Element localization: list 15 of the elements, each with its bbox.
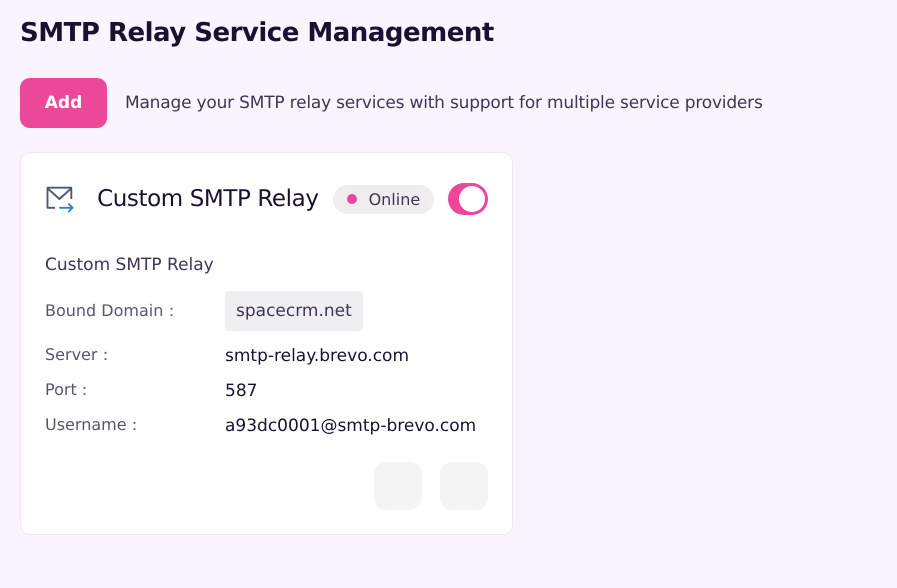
field-value: 587 (225, 380, 258, 400)
status-label: Online (368, 190, 420, 208)
add-button[interactable]: Add (20, 78, 107, 128)
field-value: smtp-relay.brevo.com (225, 346, 410, 366)
field-label: Server： (45, 345, 114, 366)
relay-name: Custom SMTP Relay (97, 186, 319, 212)
field-label: Port： (45, 380, 94, 401)
page-title: SMTP Relay Service Management (20, 18, 495, 48)
field-label: Bound Domain： (45, 300, 180, 322)
enable-toggle[interactable] (448, 183, 488, 215)
description-text: Manage your SMTP relay services with support for multiple service providers (125, 93, 763, 113)
field-value: a93dc0001@smtp-brevo.com (225, 416, 478, 436)
field-label: Username： (45, 415, 144, 436)
relay-subtitle: Custom SMTP Relay (45, 255, 215, 275)
domain-tag: spacecrm.net (225, 291, 363, 331)
